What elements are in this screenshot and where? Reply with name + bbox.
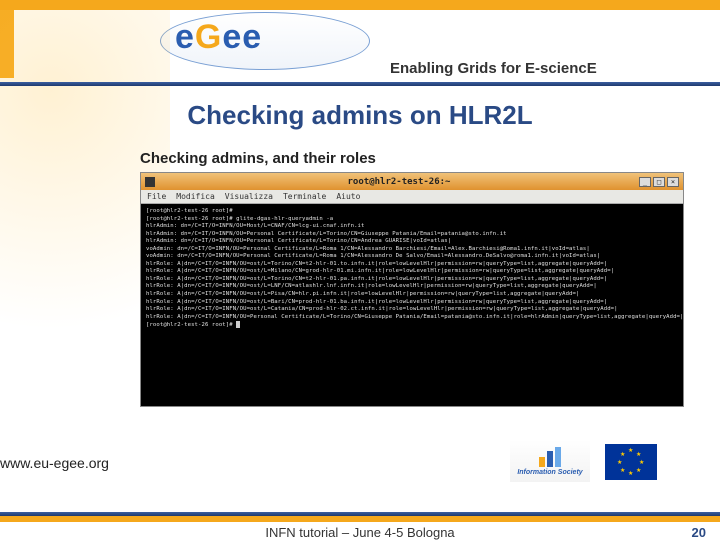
header-band [0,0,720,78]
tagline: Enabling Grids for E-sciencE [390,60,597,77]
is-logo-bars [539,447,561,467]
menu-edit[interactable]: Modifica [176,192,215,201]
terminal-line: hlrAdmin: dn=/C=IT/O=INFN/OU=Host/L=CNAF… [146,223,364,229]
logo-letter-g: G [195,18,222,56]
star-icon: ★ [636,467,641,474]
star-icon: ★ [628,470,633,477]
eu-flag: ★ ★ ★ ★ ★ ★ ★ ★ [605,444,657,480]
star-icon: ★ [639,459,644,466]
terminal-line: hlrRole: A|dn=/C=IT/O=INFN/OU=ost/L=Tori… [146,276,607,282]
terminal-line: hlrAdmin: dn=/C=IT/O=INFN/OU=Personal Ce… [146,238,451,244]
terminal-line: hlrRole: A|dn=/C=IT/O=INFN/OU=ost/L=Tori… [146,261,607,267]
terminal-line: hlrRole: A|dn=/C=IT/O=INFN/OU=ost/L=LNF/… [146,283,597,289]
is-logo-text: Information Society [517,469,582,476]
slide-title: Checking admins on HLR2L [0,100,720,131]
navy-divider [0,82,720,86]
window-maximize-button[interactable]: □ [653,177,665,187]
terminal-line: hlrRole: A|dn=/C=IT/O=INFN/OU=ost/L=Cata… [146,306,618,312]
menu-terminal[interactable]: Terminale [283,192,326,201]
slide-subhead: Checking admins, and their roles [140,150,376,167]
egee-logo: eGee [175,18,262,57]
eu-stars-circle: ★ ★ ★ ★ ★ ★ ★ ★ [618,449,644,475]
terminal-line: hlrRole: A|dn=/C=IT/O=INFN/OU=ost/L=Pisa… [146,291,579,297]
terminal-menubar: File Modifica Visualizza Terminale Aiuto [141,190,683,204]
menu-view[interactable]: Visualizza [225,192,273,201]
terminal-line: hlrAdmin: dn=/C=IT/O=INFN/OU=Personal Ce… [146,231,507,237]
terminal-line: [root@hlr2-test-26 root]# [146,322,236,328]
logo-letter-e2: e [222,18,242,56]
terminal-title: root@hlr2-test-26:~ [161,177,637,187]
terminal-app-icon [145,177,155,187]
terminal-line: [root@hlr2-test-26 root]# glite-dgas-hlr… [146,216,333,222]
terminal-line: hlrRole: A|dn=/C=IT/O=INFN/OU=ost/L=Bari… [146,299,607,305]
terminal-body[interactable]: [root@hlr2-test-26 root]# [root@hlr2-tes… [141,204,683,406]
window-minimize-button[interactable]: _ [639,177,651,187]
orange-left-stripe [0,0,14,78]
slide-number: 20 [692,525,706,540]
orange-top-stripe [0,0,720,10]
menu-file[interactable]: File [147,192,166,201]
information-society-logo: Information Society [510,440,590,482]
star-icon: ★ [620,467,625,474]
terminal-line: hlrRole: A|dn=/C=IT/O=INFN/OU=Personal C… [146,314,683,320]
terminal-line: hlrRole: A|dn=/C=IT/O=INFN/OU=ost/L=Mila… [146,268,614,274]
star-icon: ★ [628,447,633,454]
footer-orange-bar [0,516,720,522]
star-icon: ★ [636,451,641,458]
window-close-button[interactable]: × [667,177,679,187]
website-url: www.eu-egee.org [0,455,109,471]
star-icon: ★ [620,451,625,458]
menu-help[interactable]: Aiuto [336,192,360,201]
terminal-window: root@hlr2-test-26:~ _ □ × File Modifica … [140,172,684,407]
footer-text: INFN tutorial – June 4-5 Bologna [0,525,720,540]
star-icon: ★ [617,459,622,466]
terminal-cursor [236,321,240,328]
terminal-line: voAdmin: dn=/C=IT/O=INFN/OU=Personal Cer… [146,253,600,259]
logo-letter-e1: e [175,18,195,56]
terminal-titlebar: root@hlr2-test-26:~ _ □ × [141,173,683,190]
logo-letter-e3: e [242,18,262,56]
terminal-line: [root@hlr2-test-26 root]# [146,208,233,214]
terminal-line: voAdmin: dn=/C=IT/O=INFN/OU=Personal Cer… [146,246,590,252]
